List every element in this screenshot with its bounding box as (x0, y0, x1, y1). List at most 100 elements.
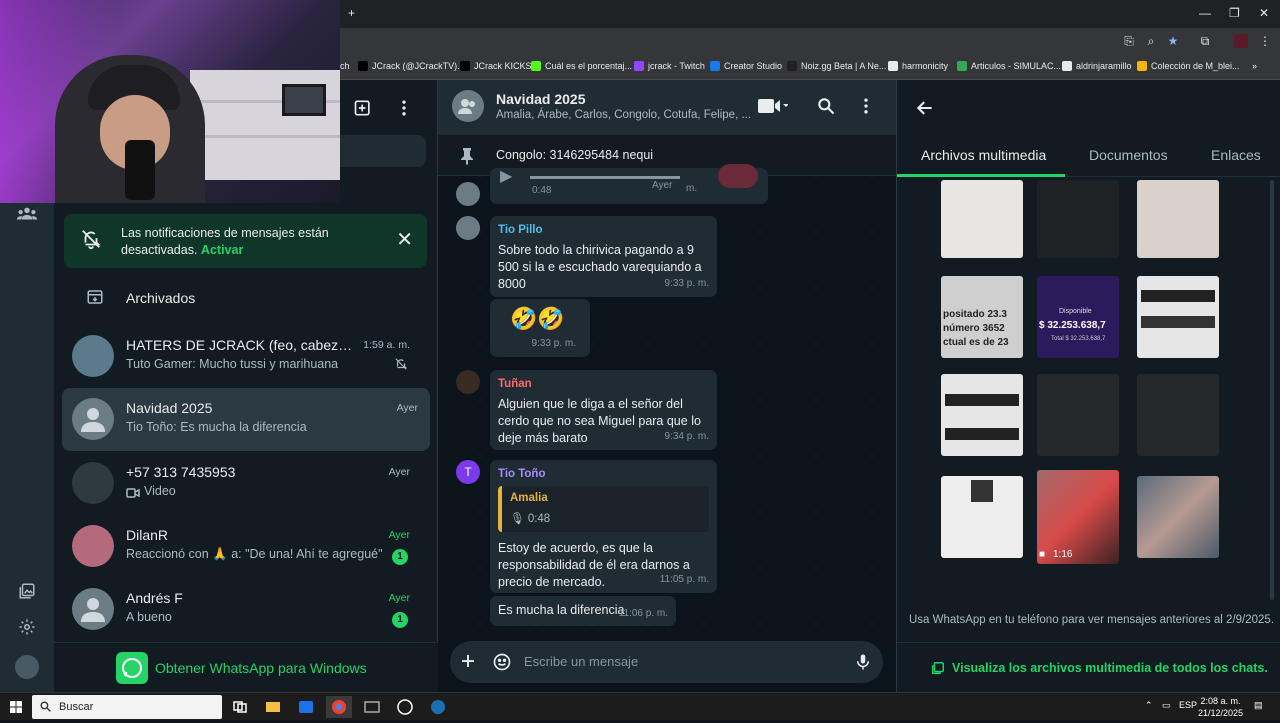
sidebar-menu-icon[interactable] (394, 98, 416, 120)
search-icon[interactable] (816, 96, 838, 118)
extensions-icon[interactable]: ⧉ (1198, 34, 1212, 48)
media-thumbnail[interactable] (941, 180, 1023, 258)
sender-avatar: T (456, 460, 480, 484)
get-whatsapp-windows-banner[interactable]: Obtener WhatsApp para Windows (54, 642, 438, 692)
zoom-icon[interactable]: ⌕ (1144, 34, 1158, 48)
profile-avatar[interactable] (15, 655, 39, 679)
archived-chats[interactable]: Archivados (54, 278, 438, 318)
chat-list-item[interactable]: +57 313 7435953 Video Ayer (54, 452, 438, 515)
chat-list-item[interactable]: HATERS DE JCRACK (feo, cabeza de ... Tuto… (54, 325, 438, 388)
message-bubble[interactable]: Tio Toño Amalia 🎙 0:48 Estoy de acuerdo,… (490, 460, 717, 593)
archived-label: Archivados (126, 290, 196, 306)
bookmark-label: Cuál es el porcentaj... (545, 61, 633, 71)
new-tab-button[interactable]: + (348, 6, 355, 20)
media-gallery-icon[interactable] (15, 582, 39, 606)
bookmark-star-icon[interactable]: ★ (1166, 34, 1180, 48)
bookmark-item[interactable]: harmonicity (888, 61, 948, 71)
thumbnail-text: Disponible (1059, 308, 1092, 315)
quoted-message[interactable]: Amalia 🎙 0:48 (498, 486, 709, 532)
profile-icon[interactable] (1234, 34, 1248, 48)
chrome-icon[interactable] (326, 696, 352, 718)
media-thumbnail[interactable] (1137, 276, 1219, 358)
message-bubble[interactable]: Tuñan Alguien que le diga a el señor del… (490, 370, 717, 450)
close-window-button[interactable]: ✕ (1259, 6, 1269, 20)
chat-list-item[interactable]: DilanR Reaccionó con 🙏 a: "De una! Ahí te… (54, 515, 438, 578)
bookmark-item[interactable]: ch (340, 61, 350, 71)
close-banner-icon[interactable]: ✕ (396, 227, 413, 252)
media-scrollbar[interactable] (1270, 180, 1274, 600)
bookmark-item[interactable]: Creator Studio (710, 61, 782, 71)
message-bubble[interactable]: 🤣🤣 9:33 p. m. (490, 299, 590, 357)
sender-avatar (456, 216, 480, 240)
thumbnail-text: Total $ 32.253.638,7 (1051, 336, 1106, 342)
activate-notifications-link[interactable]: Activar (201, 243, 243, 257)
media-thumbnail[interactable] (941, 374, 1023, 456)
obs-icon[interactable] (392, 696, 418, 718)
video-thumbnail[interactable]: ■ 1:16 (1037, 470, 1119, 564)
group-avatar[interactable] (452, 90, 484, 122)
microphone-icon[interactable] (854, 652, 874, 672)
message-input-placeholder[interactable]: Escribe un mensaje (524, 654, 638, 669)
media-thumbnail[interactable] (1137, 180, 1219, 258)
voice-message-bubble[interactable]: ▶ 0:48 Ayer m. (490, 164, 768, 204)
tray-chevron-icon[interactable]: ⌃ (1145, 700, 1153, 711)
bookmark-item[interactable]: jcrack - Twitch (634, 61, 705, 71)
sticker-icon[interactable] (492, 652, 512, 672)
conversation-menu-icon[interactable] (856, 96, 878, 118)
media-thumbnail[interactable] (941, 476, 1023, 558)
attach-plus-icon[interactable] (459, 652, 479, 672)
media-thumbnail[interactable] (1037, 374, 1119, 456)
media-thumbnail[interactable]: positado 23.3 número 3652 ctual es de 23 (941, 276, 1023, 358)
windows-start-icon[interactable] (10, 700, 22, 713)
bookmark-item[interactable]: Articulos - SIMULAC... (957, 61, 1061, 71)
media-thumbnail[interactable]: Disponible $ 32.253.638,7 Total $ 32.253… (1037, 276, 1119, 358)
message-input-box[interactable] (450, 641, 883, 683)
browser-menu-icon[interactable]: ⋮ (1258, 34, 1272, 48)
taskbar-clock[interactable]: 2:08 a. m. 21/12/2025 (1198, 695, 1243, 719)
message-text: Es mucha la diferencia (498, 603, 625, 617)
bookmark-label: Colección de M_blei... (1151, 61, 1240, 71)
back-arrow-icon[interactable] (915, 98, 935, 118)
chat-list-item[interactable]: Andrés F A bueno Ayer 1 (54, 578, 438, 641)
file-explorer-icon[interactable] (260, 696, 286, 718)
tab-documents[interactable]: Documentos (1089, 147, 1168, 163)
bookmark-item[interactable]: JCrack KICKS (460, 61, 532, 71)
tab-media[interactable]: Archivos multimedia (921, 147, 1046, 163)
bookmark-item[interactable]: aldrinjaramillo (1062, 61, 1132, 71)
bookmark-item[interactable]: Noiz.gg Beta | A Ne... (787, 61, 886, 71)
bookmark-item[interactable]: Cuál es el porcentaj... (531, 61, 632, 71)
bookmark-item[interactable]: Colección de M_blei... (1137, 61, 1240, 71)
media-thumbnail[interactable] (1137, 374, 1219, 456)
new-chat-icon[interactable] (353, 98, 375, 120)
language-indicator[interactable]: ESP (1179, 700, 1197, 710)
app-icon[interactable] (359, 696, 385, 718)
taskbar-search-input[interactable]: Buscar (32, 695, 222, 719)
message-bubble[interactable]: Es mucha la diferencia 11:06 p. m. (490, 596, 676, 626)
network-icon[interactable]: ▭ (1162, 700, 1171, 711)
more-bookmarks-icon[interactable]: » (1252, 61, 1257, 71)
maximize-button[interactable]: ❐ (1229, 6, 1240, 20)
media-thumbnail[interactable] (1037, 180, 1119, 258)
steam-icon[interactable] (425, 696, 451, 718)
conversation-header[interactable]: Navidad 2025 Amalia, Árabe, Carlos, Cong… (438, 80, 896, 135)
message-bubble[interactable]: Tio Pillo Sobre todo la chirivica pagand… (490, 216, 717, 297)
view-all-media-link[interactable]: Visualiza los archivos multimedia de tod… (897, 642, 1280, 692)
pinned-message-text: Congolo: 3146295484 nequi (496, 148, 654, 162)
video-call-icon[interactable] (758, 96, 789, 118)
bookmark-label: JCrack (@JCrackTV)... (372, 61, 465, 71)
notification-center-icon[interactable]: ▤ (1254, 700, 1263, 711)
task-view-icon[interactable] (227, 696, 253, 718)
bookmark-item[interactable]: JCrack (@JCrackTV)... (358, 61, 465, 71)
chat-list-item[interactable]: Navidad 2025 Tio Toño: Es mucha la difere… (62, 388, 430, 451)
tab-links[interactable]: Enlaces (1211, 147, 1261, 163)
media-thumbnail[interactable] (1137, 476, 1219, 558)
settings-gear-icon[interactable] (15, 618, 39, 642)
outlook-icon[interactable] (293, 696, 319, 718)
sender-avatar (456, 182, 480, 206)
minimize-button[interactable]: — (1199, 6, 1211, 20)
play-icon[interactable]: ▶ (500, 168, 512, 185)
message-sender: Tio Toño (498, 468, 546, 480)
communities-icon[interactable] (15, 203, 39, 227)
chat-avatar (72, 462, 114, 504)
install-app-icon[interactable]: ⎘ (1122, 34, 1136, 48)
